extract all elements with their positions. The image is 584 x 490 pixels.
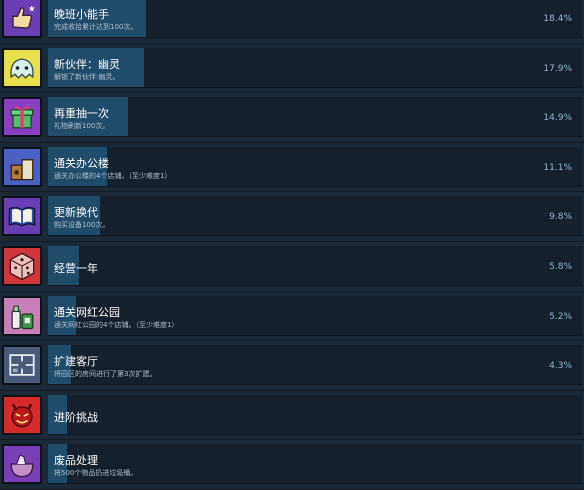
achievement-title: 晚班小能手 xyxy=(54,8,109,21)
achievement-row[interactable]: 经营一年 5.8% xyxy=(0,242,584,292)
progress-track xyxy=(48,146,582,187)
achievement-title: 通关办公楼 xyxy=(54,156,109,170)
achievement-row[interactable]: 晚班小能手 完成收拾累计达到100次。 18.4% xyxy=(0,0,584,44)
achievement-row[interactable]: 进阶挑战 xyxy=(0,391,584,441)
achievement-desc: 礼物刷新100次。 xyxy=(54,122,110,131)
unlock-percentage: 5.8% xyxy=(549,261,572,272)
unlock-percentage: 5.2% xyxy=(549,311,572,322)
unlock-percentage: 11.1% xyxy=(543,162,572,173)
book-icon xyxy=(2,196,42,237)
achievement-title: 扩建客厅 xyxy=(54,355,98,369)
achievement-desc: 将园区的房间进行了第3次扩建。 xyxy=(54,370,157,379)
trash-bag-icon xyxy=(2,444,42,485)
progress-track xyxy=(48,97,582,138)
achievement-title: 更新换代 xyxy=(54,206,98,220)
achievement-desc: 通关办公楼的4个店铺。（至少难度1） xyxy=(54,171,172,180)
achievement-row[interactable]: 扩建客厅 将园区的房间进行了第3次扩建。 4.3% xyxy=(0,341,584,391)
achievement-desc: 将500个物品扔进垃圾桶。 xyxy=(54,469,138,478)
progress-track xyxy=(48,444,582,485)
coffee-bags-icon xyxy=(2,146,42,187)
gift-box-icon xyxy=(2,97,42,138)
dice-icon xyxy=(2,245,42,286)
unlock-percentage: 17.9% xyxy=(543,63,572,74)
unlock-percentage: 14.9% xyxy=(543,113,572,124)
floor-plan-icon xyxy=(2,345,42,386)
achievement-row[interactable]: 再重抽一次 礼物刷新100次。 14.9% xyxy=(0,93,584,143)
achievement-list: 晚班小能手 完成收拾累计达到100次。 18.4% 新伙伴：幽灵 解锁了新伙伴:… xyxy=(0,0,584,490)
achievement-row[interactable]: 通关办公楼 通关办公楼的4个店铺。（至少难度1） 11.1% xyxy=(0,143,584,193)
achievement-desc: 解锁了新伙伴:幽灵。 xyxy=(54,72,120,81)
achievement-title: 经营一年 xyxy=(54,261,98,275)
progress-track xyxy=(48,295,582,336)
devil-icon xyxy=(2,394,42,435)
progress-track xyxy=(48,0,582,38)
achievement-title: 废品处理 xyxy=(54,454,98,468)
achievement-title: 通关网红公园 xyxy=(54,305,120,319)
unlock-percentage: 9.8% xyxy=(549,212,572,223)
achievement-desc: 完成收拾累计达到100次。 xyxy=(54,23,138,31)
achievement-title: 再重抽一次 xyxy=(54,107,109,121)
progress-track xyxy=(48,245,582,286)
ghost-icon xyxy=(2,47,42,88)
achievement-row[interactable]: 废品处理 将500个物品扔进垃圾桶。 xyxy=(0,440,584,490)
achievement-row[interactable]: 新伙伴：幽灵 解锁了新伙伴:幽灵。 17.9% xyxy=(0,44,584,94)
progress-track xyxy=(48,345,582,386)
progress-track xyxy=(48,394,582,435)
unlock-percentage: 18.4% xyxy=(543,14,572,24)
achievement-desc: 购买设备100次。 xyxy=(54,221,110,230)
achievement-row[interactable]: 通关网红公园 通关网红公园的4个店铺。（至少难度1） 5.2% xyxy=(0,292,584,342)
progress-track xyxy=(48,196,582,237)
progress-track xyxy=(48,47,582,88)
achievement-title: 进阶挑战 xyxy=(54,410,98,424)
thumbs-up-icon xyxy=(2,0,42,38)
achievement-desc: 通关网红公园的4个店铺。（至少难度1） xyxy=(54,320,179,329)
bottles-icon xyxy=(2,295,42,336)
achievement-title: 新伙伴：幽灵 xyxy=(54,57,120,71)
achievement-row[interactable]: 更新换代 购买设备100次。 9.8% xyxy=(0,192,584,242)
unlock-percentage: 4.3% xyxy=(549,361,572,372)
